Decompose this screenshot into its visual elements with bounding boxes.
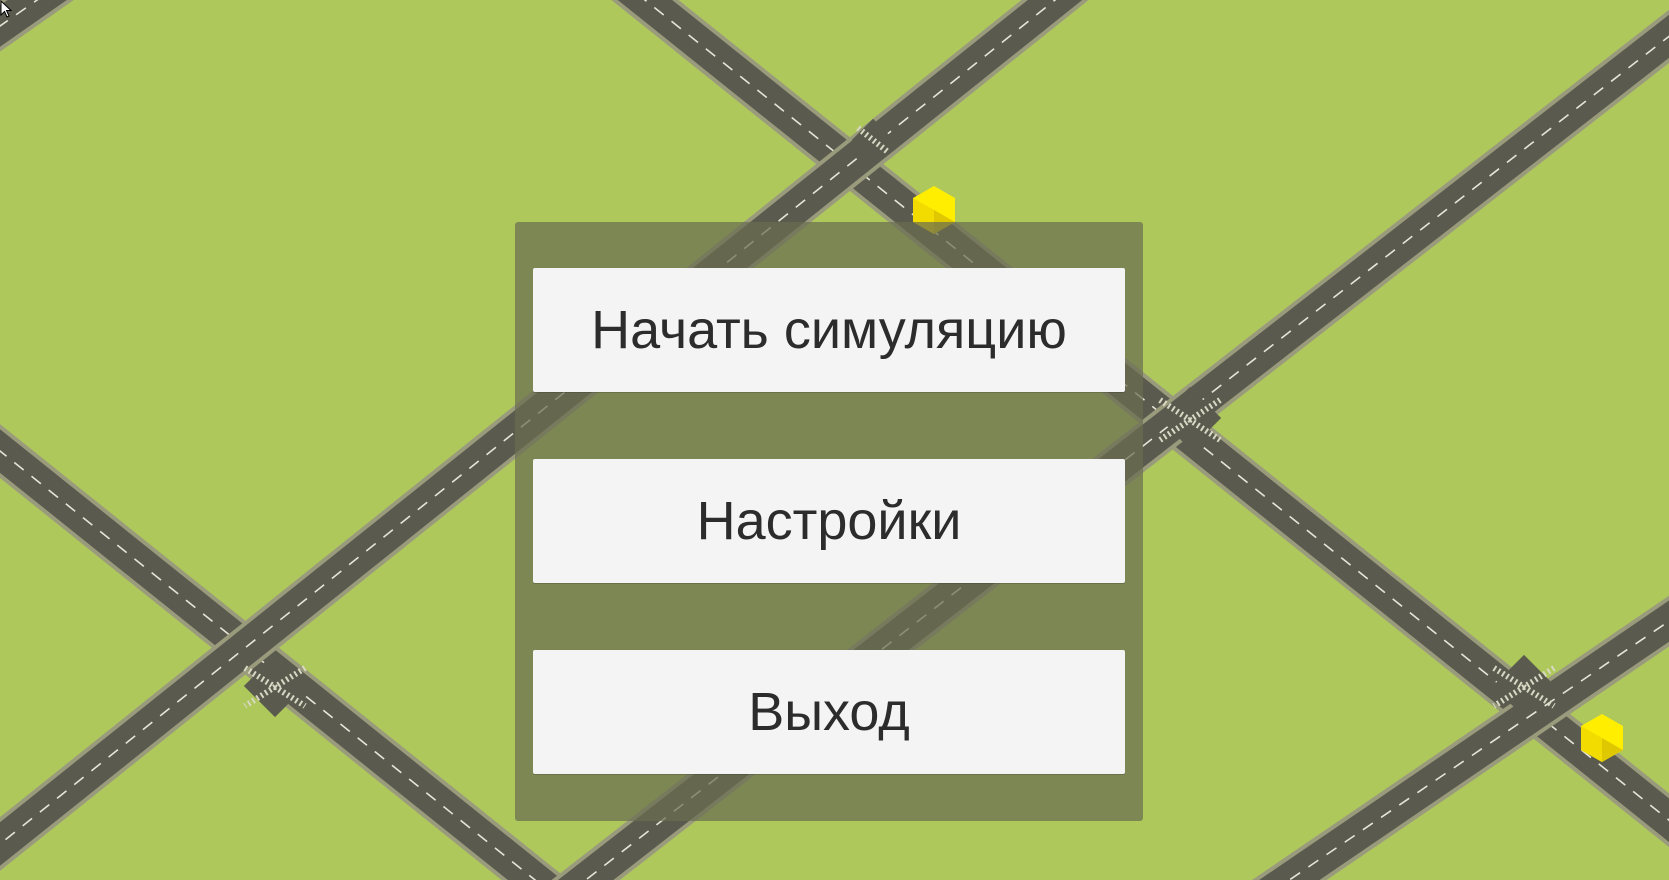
exit-button[interactable]: Выход [533, 650, 1125, 774]
main-menu-panel: Начать симуляцию Настройки Выход [515, 222, 1143, 821]
game-scene: Начать симуляцию Настройки Выход [0, 0, 1669, 880]
start-simulation-button[interactable]: Начать симуляцию [533, 268, 1125, 392]
road-2 [0, 424, 569, 880]
settings-button[interactable]: Настройки [533, 459, 1125, 583]
mouse-pointer-icon [0, 0, 13, 18]
